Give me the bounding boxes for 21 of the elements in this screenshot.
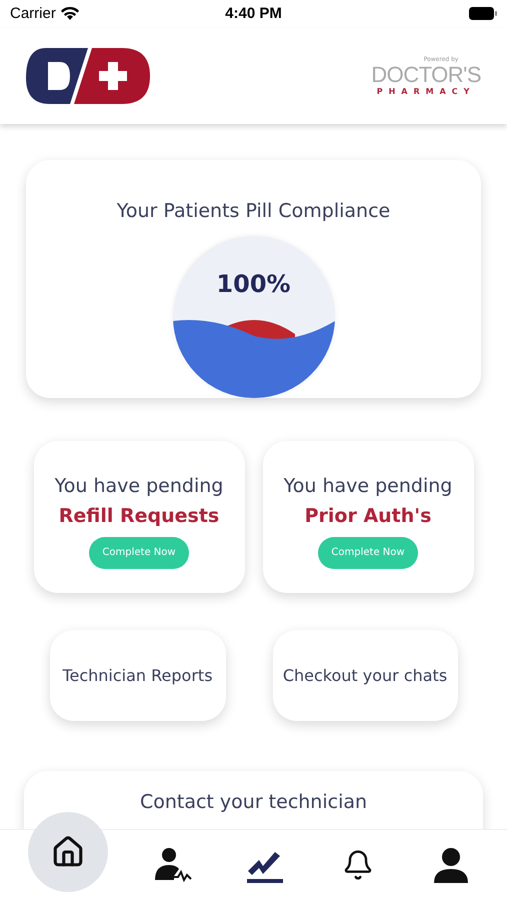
carrier-label: Carrier <box>10 5 56 22</box>
link-card[interactable]: Checkout your chats <box>272 630 458 721</box>
compliance-title: Your Patients Pill Compliance <box>116 200 390 222</box>
contact-card[interactable]: Contact your technician <box>24 770 483 830</box>
brand-name: DOCTOR'S <box>371 62 481 87</box>
pending-title: Refill Requests <box>58 504 220 527</box>
pending-title: Prior Auth's <box>304 504 432 527</box>
compliance-value: 100% <box>216 270 291 298</box>
home-icon <box>51 835 86 870</box>
link-label: Technician Reports <box>62 666 213 685</box>
user-icon <box>432 846 470 884</box>
pending-label: You have pending <box>284 474 452 497</box>
battery-icon <box>469 7 497 20</box>
wifi-icon <box>60 7 79 20</box>
patient-icon <box>154 846 192 884</box>
contact-label: Contact your technician <box>140 790 368 813</box>
brand-subtitle: PHARMACY <box>376 86 476 96</box>
pending-label: You have pending <box>54 474 224 497</box>
link-card[interactable]: Technician Reports <box>50 630 226 721</box>
status-time: 4:40 PM <box>225 5 282 22</box>
link-label: Checkout your chats <box>282 666 448 685</box>
